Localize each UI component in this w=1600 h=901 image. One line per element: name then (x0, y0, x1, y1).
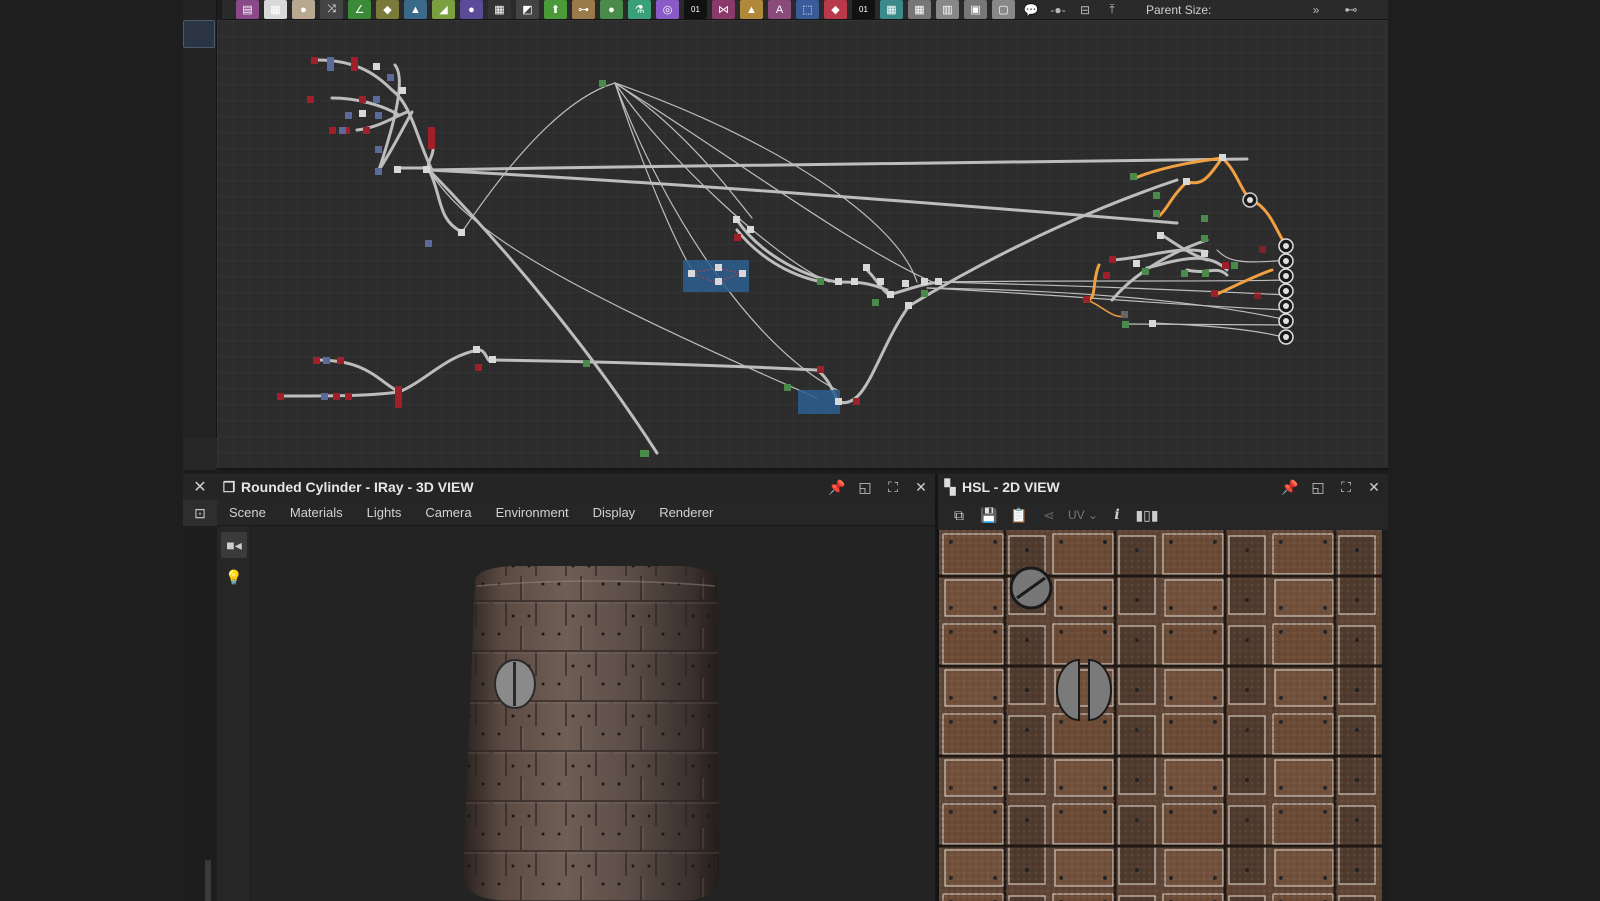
text-icon[interactable]: A (768, 0, 791, 19)
fx-map-icon[interactable]: 01 (684, 0, 707, 19)
menu-renderer[interactable]: Renderer (659, 505, 713, 520)
view2d-texture-preview[interactable] (938, 530, 1382, 901)
slider-icon[interactable]: -●- (1047, 0, 1069, 19)
warp-icon[interactable]: ⋈ (712, 0, 735, 19)
maximize-icon[interactable]: ⛶ (1332, 479, 1360, 496)
comment-icon[interactable]: 💬 (1020, 0, 1042, 19)
pin-node-icon[interactable]: ⤒ (1101, 0, 1123, 19)
copy-image-icon[interactable]: ⧉ (944, 503, 974, 527)
menu-environment[interactable]: Environment (496, 505, 569, 520)
view2d-header: ▚ HSL - 2D VIEW 📌 ◱ ⛶ ✕ (938, 474, 1388, 500)
graph-toolbar: ▤ ▦ ● ⤨ ∠ ◆ ▲ ◢ ● ▦ ◩ ⬆ ⊶ ● ⚗ ◎ 01 ⋈ ▲ A ⬚ ◆ 01 ▦ ▦ ▥ ▣ ▢ 💬 -●- ⊟ ⤒… (222, 0, 1388, 20)
close-icon[interactable]: ✕ (907, 479, 935, 496)
graph-icon-4[interactable]: ▢ (992, 0, 1015, 19)
svg-icon[interactable]: ▦ (264, 0, 287, 19)
2d-view-icon: ▚ (944, 478, 956, 495)
undock-icon[interactable]: ◱ (1304, 479, 1332, 496)
node-graph-wires (277, 57, 1294, 457)
flask-icon[interactable]: ⚗ (628, 0, 651, 19)
share-icon: ⋖ (1043, 506, 1055, 523)
left-bottom-area (183, 526, 217, 901)
paint-bucket-icon[interactable]: ◆ (824, 0, 847, 19)
view3d-title: Rounded Cylinder - IRay - 3D VIEW (241, 479, 474, 495)
shuffle-icon[interactable]: ⤨ (320, 0, 343, 19)
grid-icon[interactable]: ▦ (488, 0, 511, 19)
graph-icon-1[interactable]: ▦ (908, 0, 931, 19)
node-link-icon[interactable]: ⊶ (572, 0, 595, 19)
view2d-toolbar: ⧉ 💾 📋 ⋖ UV ⌄ i ▮▯▮ (938, 500, 1388, 530)
close-icon[interactable]: ✕ (183, 474, 217, 500)
close-icon[interactable]: ✕ (1360, 479, 1388, 496)
pin-icon[interactable]: 📌 (823, 479, 851, 496)
view3d-viewport[interactable] (251, 526, 935, 901)
graph-icon-2[interactable]: ▥ (936, 0, 959, 19)
clipboard-icon[interactable]: 📋 (1004, 503, 1034, 527)
light-bulb-icon[interactable]: 💡 (221, 564, 247, 590)
blend-icon[interactable]: ◩ (516, 0, 539, 19)
triangle-icon[interactable]: ▲ (740, 0, 763, 19)
menu-scene[interactable]: Scene (229, 505, 266, 520)
view3d-header: ❒ Rounded Cylinder - IRay - 3D VIEW 📌 ◱ … (217, 474, 935, 500)
right-empty-area (1388, 0, 1600, 901)
gradient-map-icon[interactable]: ◢ (432, 0, 455, 19)
pixel-processor-icon[interactable]: 01 (852, 0, 875, 19)
drop-icon[interactable]: ● (292, 0, 315, 19)
substance-designer-window: ▤ ▦ ● ⤨ ∠ ◆ ▲ ◢ ● ▦ ◩ ⬆ ⊶ ● ⚗ ◎ 01 ⋈ ▲ A ⬚ ◆ 01 ▦ ▦ ▥ ▣ ▢ 💬 -●- ⊟ ⤒… (0, 0, 1600, 901)
cube-icon: ❒ (222, 478, 236, 495)
graph-icon-3[interactable]: ▣ (964, 0, 987, 19)
maximize-icon[interactable]: ⛶ (879, 479, 907, 496)
node-library-icons: ▤ ▦ ● ⤨ ∠ ◆ ▲ ◢ ● ▦ ◩ ⬆ ⊶ ● ⚗ ◎ 01 ⋈ ▲ A ⬚ ◆ 01 ▦ ▦ ▥ ▣ ▢ (236, 0, 1020, 19)
transform-icon[interactable]: ⬚ (796, 0, 819, 19)
info-icon[interactable]: i (1102, 503, 1132, 527)
curve-icon[interactable]: ∠ (348, 0, 371, 19)
menu-display[interactable]: Display (593, 505, 636, 520)
menu-materials[interactable]: Materials (290, 505, 343, 520)
view3d-tool-column: ■◂ 💡 (217, 526, 251, 901)
parent-size-label: Parent Size: (1146, 2, 1212, 17)
texture-image (939, 530, 1382, 901)
uv-label: UV (1067, 508, 1085, 522)
node-graph-canvas[interactable] (217, 20, 1388, 470)
levels-icon[interactable]: ▲ (404, 0, 427, 19)
uv-dropdown[interactable]: UV ⌄ (1064, 508, 1102, 522)
scrollbar[interactable] (205, 860, 211, 901)
graph-side-lower (183, 438, 217, 470)
menu-lights[interactable]: Lights (367, 505, 402, 520)
sphere-icon[interactable]: ● (460, 0, 483, 19)
color-drop-icon[interactable]: ◆ (376, 0, 399, 19)
view3d-menu-bar: Scene Materials Lights Camera Environmen… (217, 500, 935, 526)
undock-icon[interactable]: ◱ (851, 479, 879, 496)
link-icon[interactable]: ⊷ (1336, 2, 1366, 18)
graph-side-column (183, 0, 217, 470)
pin-icon[interactable]: 📌 (1276, 479, 1304, 496)
screenshot-icon[interactable]: ⊡ (183, 500, 217, 526)
more-icon[interactable]: » (1296, 3, 1336, 17)
menu-camera[interactable]: Camera (425, 505, 471, 520)
color-wheel-icon[interactable]: ◎ (656, 0, 679, 19)
frame-icon[interactable]: ⊟ (1074, 0, 1096, 19)
bitmap-icon[interactable]: ▤ (236, 0, 259, 19)
save-icon[interactable]: 💾 (974, 503, 1004, 527)
tree-icon[interactable]: ⬆ (544, 0, 567, 19)
left-empty-area (0, 0, 183, 901)
green-ball-icon[interactable]: ● (600, 0, 623, 19)
rounded-cylinder-render (463, 566, 719, 901)
camera-icon[interactable]: ■◂ (221, 532, 247, 558)
histogram-icon[interactable]: ▮▯▮ (1132, 503, 1162, 527)
graph-tab-button[interactable] (183, 20, 215, 48)
normal-map-icon[interactable]: ▦ (880, 0, 903, 19)
view2d-title: HSL - 2D VIEW (962, 479, 1060, 495)
